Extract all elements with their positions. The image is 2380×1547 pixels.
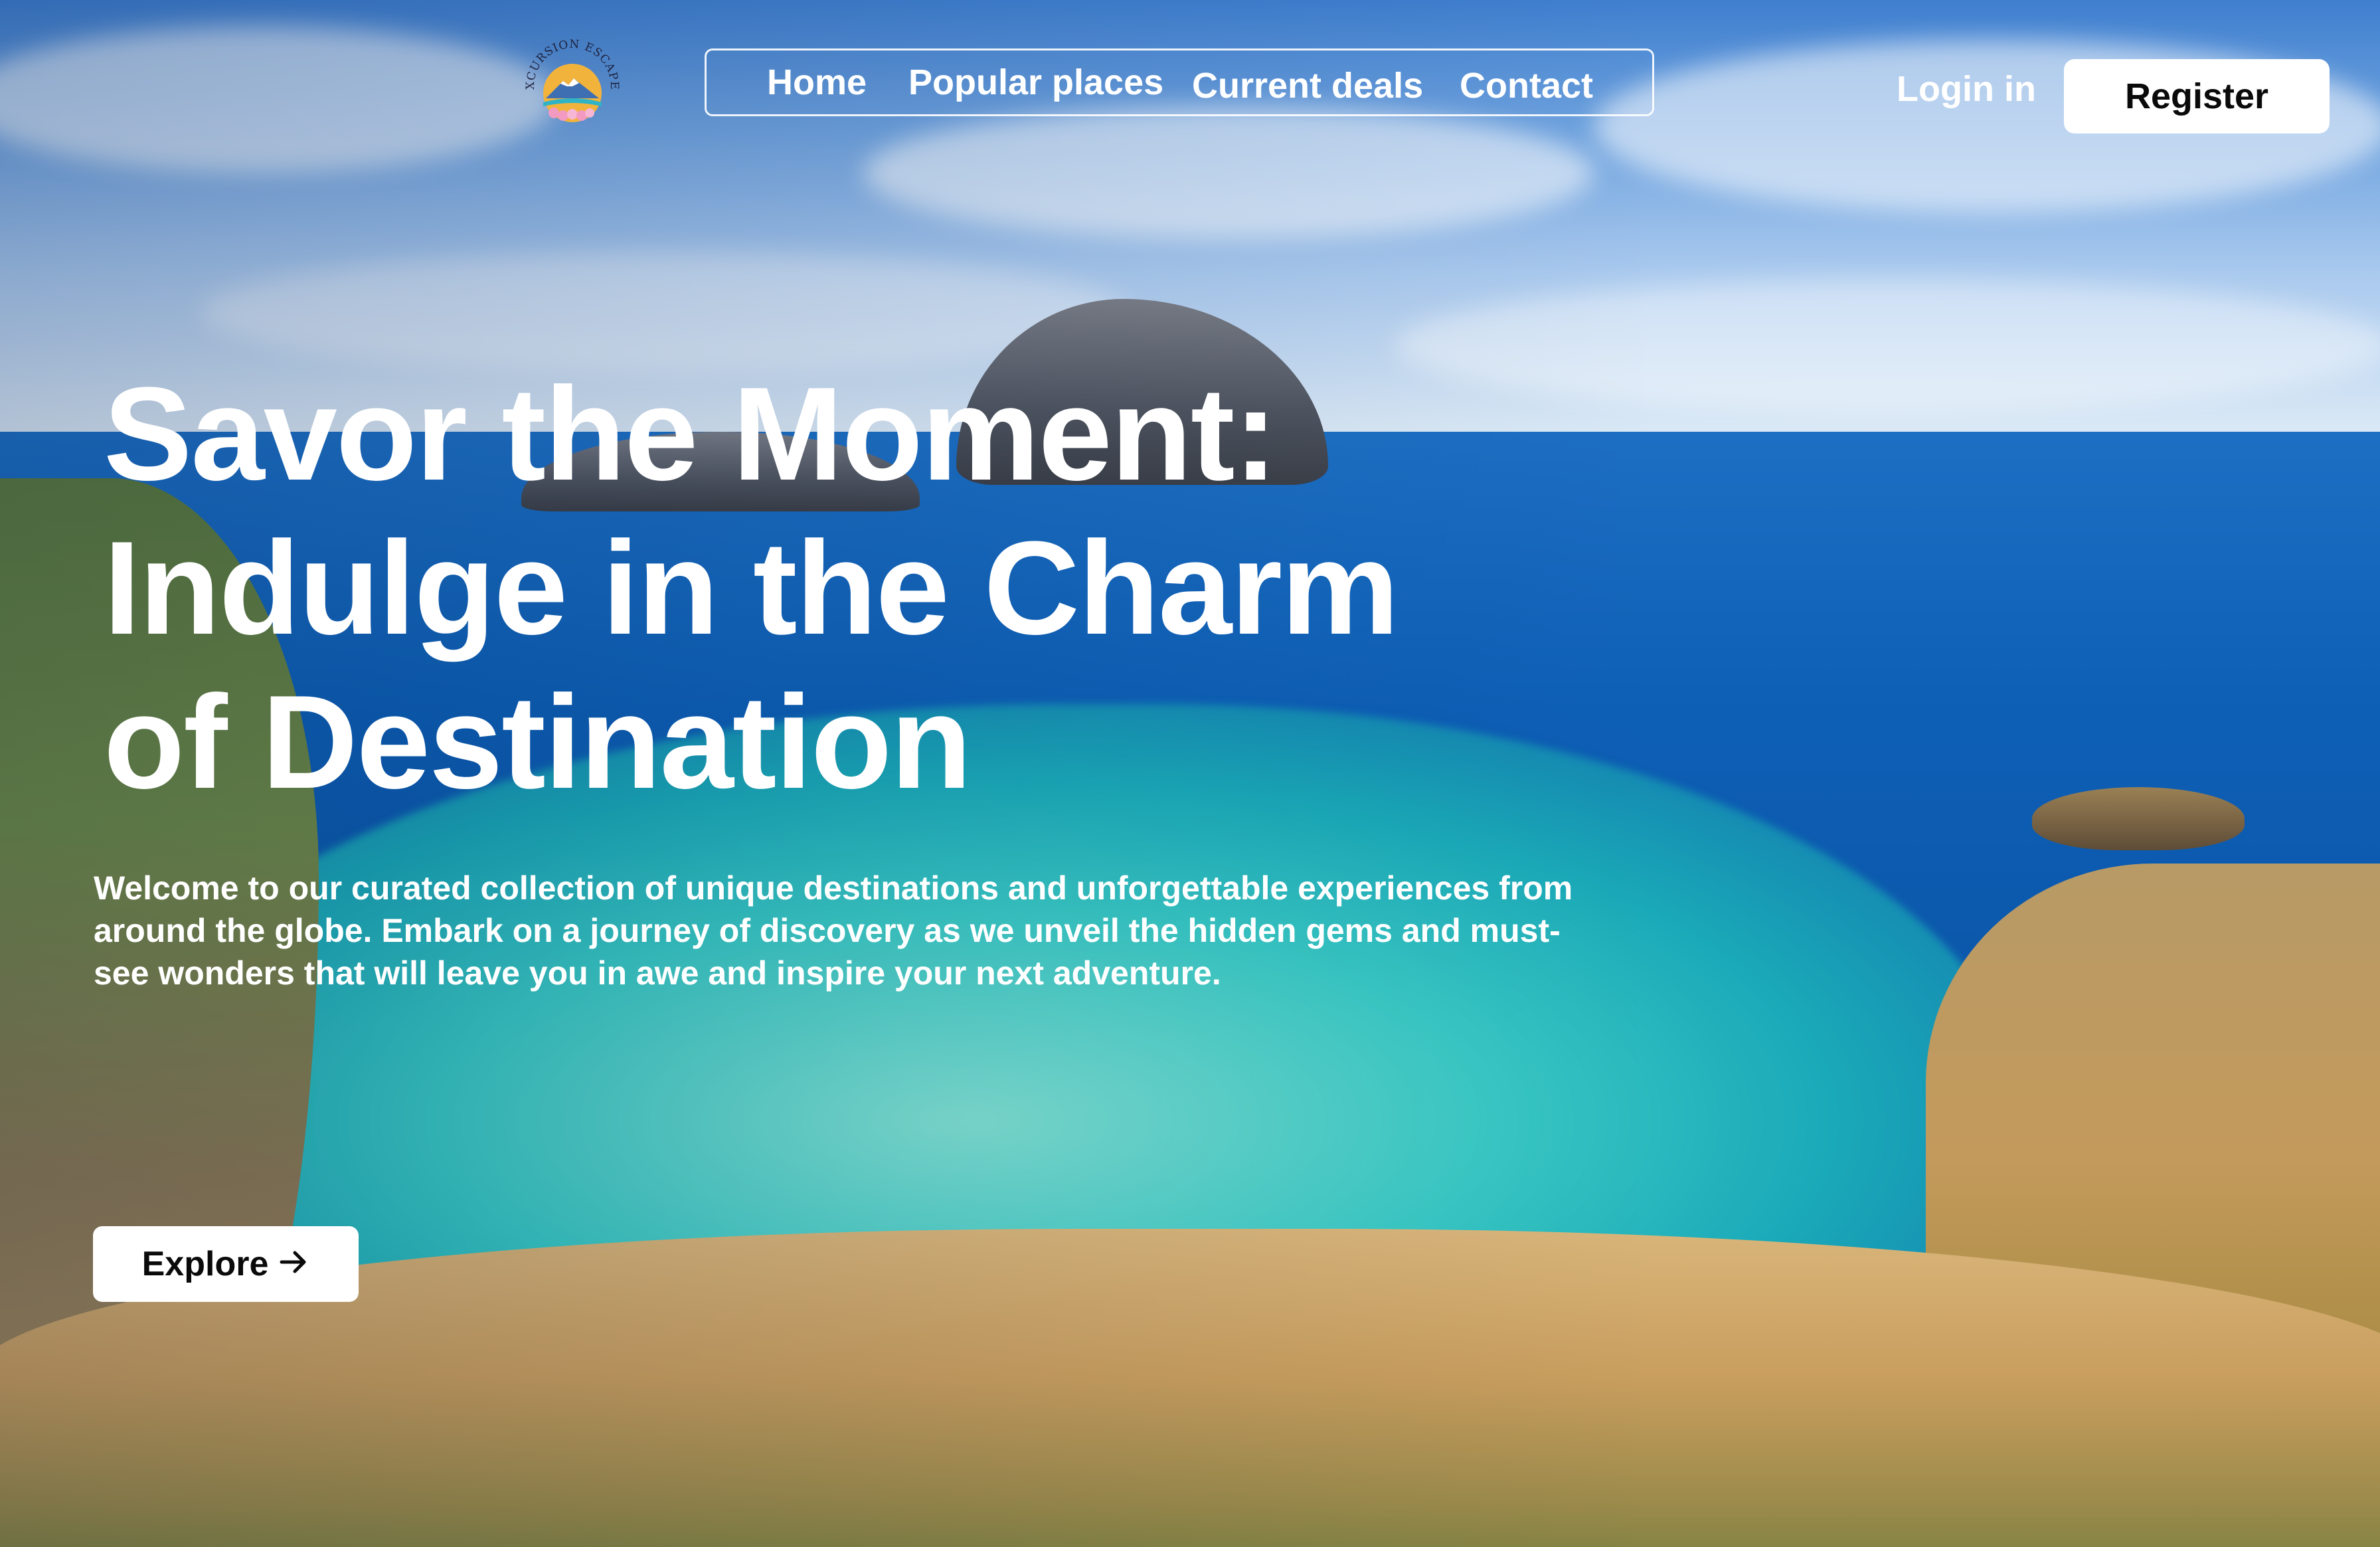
hero-description: Welcome to our curated collection of uni… [94,869,1573,992]
hero-headline-line: of Destination [104,668,972,816]
register-button-label: Register [2124,76,2269,116]
logo-icon: EXCURSION ESCAPES [515,18,620,122]
brand-logo[interactable]: EXCURSION ESCAPES [515,18,626,134]
hero-headline: Savor the Moment: Indulge in the Charm o… [104,357,1565,820]
main-nav: Home Popular places Current deals Contac… [705,48,1654,116]
explore-button[interactable]: Explore [93,1226,359,1302]
nav-contact[interactable]: Contact [1460,65,1593,106]
register-button[interactable]: Register [2064,59,2330,134]
login-link[interactable]: Login in [1897,68,2036,110]
explore-button-label: Explore [141,1245,269,1283]
hero-headline-line: Savor the Moment: [104,360,1278,508]
nav-popular-places[interactable]: Popular places [908,62,1163,103]
nav-home[interactable]: Home [767,62,867,103]
hero-headline-line: Indulge in the Charm [104,514,1399,662]
nav-current-deals[interactable]: Current deals [1192,65,1423,106]
arrow-right-icon [279,1244,309,1284]
